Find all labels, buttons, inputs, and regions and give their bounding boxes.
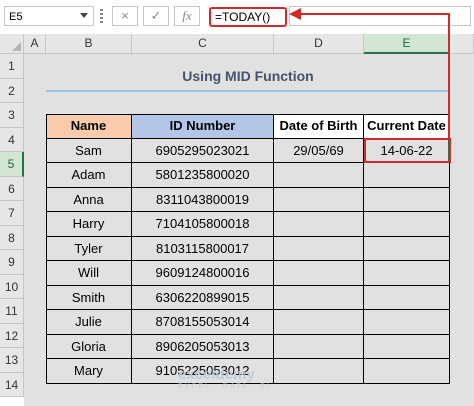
table-cell-date-of-birth[interactable]: [274, 212, 364, 237]
name-box-dropdown-icon[interactable]: [80, 13, 88, 18]
column-header-c[interactable]: C: [132, 34, 274, 54]
table-cell-id-number[interactable]: 8708155053014: [132, 310, 274, 335]
table-cell-date-of-birth[interactable]: [274, 163, 364, 188]
table-cell-name[interactable]: Will: [46, 261, 132, 286]
column-header-e[interactable]: E: [364, 34, 450, 54]
row-header-11[interactable]: 11: [0, 299, 24, 324]
row-header-3[interactable]: 3: [0, 103, 24, 128]
table-cell-id-number[interactable]: 7104105800018: [132, 212, 274, 237]
table-cell-id-number[interactable]: 9609124800016: [132, 261, 274, 286]
row-header-8[interactable]: 8: [0, 225, 24, 250]
table-cell-name[interactable]: Smith: [46, 285, 132, 310]
table-cell-current-date[interactable]: [364, 359, 450, 384]
table-cell-id-number[interactable]: 6306220899015: [132, 285, 274, 310]
row-header-7[interactable]: 7: [0, 201, 24, 226]
enter-button[interactable]: ✓: [143, 6, 169, 26]
highlight-box: [364, 138, 451, 163]
table-cell-current-date[interactable]: [364, 163, 450, 188]
table-cell-name[interactable]: Julie: [46, 310, 132, 335]
table-cell-current-date[interactable]: [364, 334, 450, 359]
table-cell-date-of-birth[interactable]: [274, 187, 364, 212]
row-header-9[interactable]: 9: [0, 250, 24, 275]
row-header-10[interactable]: 10: [0, 274, 24, 299]
table-cell-current-date[interactable]: [364, 285, 450, 310]
table-cell-id-number[interactable]: 6905295023021: [132, 138, 274, 163]
table-cell-name[interactable]: Harry: [46, 212, 132, 237]
watermark-logo: exceldemy EXCEL · DATA · BI: [178, 366, 271, 390]
table-cell-current-date[interactable]: [364, 261, 450, 286]
row-header-1[interactable]: 1: [0, 54, 24, 79]
table-cell-current-date[interactable]: [364, 187, 450, 212]
formula-input-area[interactable]: [289, 6, 471, 26]
table-cell-name[interactable]: Anna: [46, 187, 132, 212]
row-header-6[interactable]: 6: [0, 176, 24, 201]
formula-bar-resize-handle-icon[interactable]: [100, 9, 103, 23]
column-header-a[interactable]: A: [24, 34, 46, 54]
row-header-13[interactable]: 13: [0, 348, 24, 373]
table-cell-date-of-birth[interactable]: 29/05/69: [274, 138, 364, 163]
table-cell-current-date[interactable]: [364, 236, 450, 261]
sheet-title: Using MID Function: [182, 68, 314, 84]
table-cell-name[interactable]: Gloria: [46, 334, 132, 359]
cancel-icon: ×: [121, 8, 129, 23]
table-cell-id-number[interactable]: 8906205053013: [132, 334, 274, 359]
table-header-date-of-birth[interactable]: Date of Birth: [274, 114, 364, 139]
table-cell-id-number[interactable]: 8311043800019: [132, 187, 274, 212]
watermark-tagline: EXCEL · DATA · BI: [178, 383, 271, 390]
table-cell-name[interactable]: Mary: [46, 359, 132, 384]
table-header-id-number[interactable]: ID Number: [132, 114, 274, 139]
formula-input[interactable]: =TODAY(): [209, 7, 287, 27]
formula-bar: E5 × ✓ fx =TODAY(): [0, 0, 474, 35]
select-all-button[interactable]: [0, 34, 24, 54]
table-cell-current-date[interactable]: [364, 212, 450, 237]
table-cell-date-of-birth[interactable]: [274, 310, 364, 335]
insert-function-button[interactable]: fx: [174, 6, 200, 26]
annotation-arrow-line: [448, 14, 450, 140]
watermark-brand: exceldemy: [178, 366, 255, 383]
row-header-5[interactable]: 5: [0, 152, 24, 177]
fx-icon: fx: [182, 8, 192, 23]
column-header-b[interactable]: B: [46, 34, 132, 54]
row-header-12[interactable]: 12: [0, 323, 24, 348]
arrow-head-icon: [289, 8, 301, 20]
row-header-2[interactable]: 2: [0, 78, 24, 103]
cancel-button[interactable]: ×: [112, 6, 138, 26]
table-cell-date-of-birth[interactable]: [274, 236, 364, 261]
table-cell-date-of-birth[interactable]: [274, 285, 364, 310]
row-header-14[interactable]: 14: [0, 372, 24, 397]
table-header-current-date[interactable]: Current Date: [364, 114, 450, 139]
annotation-arrow-line: [300, 13, 450, 15]
table-cell-name[interactable]: Sam: [46, 138, 132, 163]
table-header-name[interactable]: Name: [46, 114, 132, 139]
table-cell-name[interactable]: Adam: [46, 163, 132, 188]
table-cell-name[interactable]: Tyler: [46, 236, 132, 261]
table-cell-date-of-birth[interactable]: [274, 359, 364, 384]
enter-icon: ✓: [150, 8, 162, 23]
table-cell-id-number[interactable]: 8103115800017: [132, 236, 274, 261]
row-header-4[interactable]: 4: [0, 127, 24, 152]
table-cell-current-date[interactable]: [364, 310, 450, 335]
title-underline: [46, 90, 450, 92]
gridline: [450, 54, 451, 406]
column-header-d[interactable]: D: [274, 34, 364, 54]
table-cell-id-number[interactable]: 5801235800020: [132, 163, 274, 188]
table-cell-date-of-birth[interactable]: [274, 261, 364, 286]
column-header-f[interactable]: [450, 34, 474, 54]
table-cell-date-of-birth[interactable]: [274, 334, 364, 359]
select-all-icon: [12, 42, 21, 51]
